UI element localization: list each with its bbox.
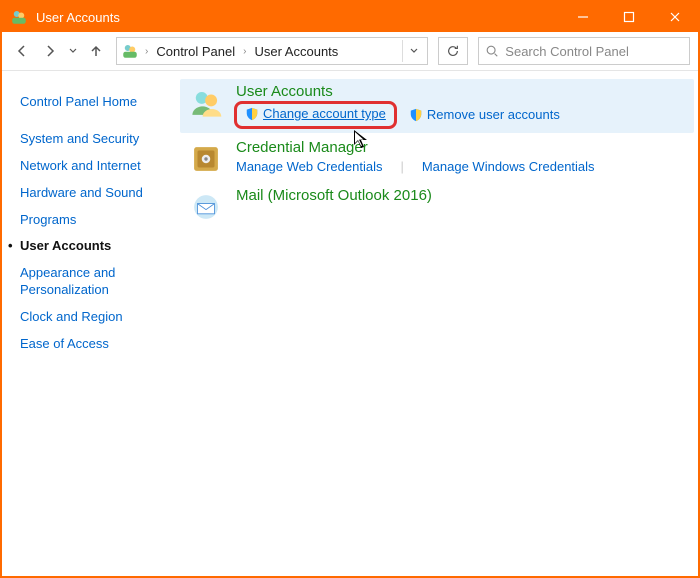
mail-icon: [186, 187, 226, 227]
content-area: Control Panel Home System and Security N…: [2, 71, 698, 575]
sidebar-item-clock-region[interactable]: Clock and Region: [20, 304, 166, 331]
user-accounts-icon: [119, 40, 141, 62]
users-icon: [186, 83, 226, 123]
link-manage-windows-credentials[interactable]: Manage Windows Credentials: [422, 159, 595, 174]
sidebar-item-ease-of-access[interactable]: Ease of Access: [20, 331, 166, 358]
section-mail: Mail (Microsoft Outlook 2016): [186, 187, 688, 227]
highlight-box: Change account type: [234, 101, 397, 129]
minimize-button[interactable]: [560, 2, 606, 32]
chevron-right-icon: ›: [239, 46, 250, 57]
titlebar: User Accounts: [2, 2, 698, 32]
forward-button[interactable]: [38, 39, 62, 63]
chevron-right-icon: ›: [141, 46, 152, 57]
search-icon: [485, 44, 499, 58]
search-input[interactable]: Search Control Panel: [478, 37, 690, 65]
sidebar-home[interactable]: Control Panel Home: [20, 89, 166, 116]
back-button[interactable]: [10, 39, 34, 63]
history-dropdown[interactable]: [66, 39, 80, 63]
section-user-accounts: User Accounts Change account type Remove…: [180, 79, 694, 133]
breadcrumb-control-panel[interactable]: Control Panel: [152, 44, 239, 59]
breadcrumb-user-accounts[interactable]: User Accounts: [250, 44, 342, 59]
link-remove-user-accounts[interactable]: Remove user accounts: [409, 107, 560, 122]
control-panel-window: User Accounts › Control Panel › User Acc…: [0, 0, 700, 578]
divider: |: [396, 159, 407, 174]
section-title-credential[interactable]: Credential Manager: [236, 139, 688, 156]
section-title-mail[interactable]: Mail (Microsoft Outlook 2016): [236, 187, 688, 204]
sidebar: Control Panel Home System and Security N…: [2, 71, 172, 575]
shield-icon: [409, 108, 423, 122]
sidebar-item-programs[interactable]: Programs: [20, 207, 166, 234]
section-title-user-accounts[interactable]: User Accounts: [236, 83, 688, 100]
sidebar-item-system-security[interactable]: System and Security: [20, 126, 166, 153]
section-credential-manager: Credential Manager Manage Web Credential…: [186, 139, 688, 179]
refresh-button[interactable]: [438, 37, 468, 65]
sidebar-item-network-internet[interactable]: Network and Internet: [20, 153, 166, 180]
sidebar-item-hardware-sound[interactable]: Hardware and Sound: [20, 180, 166, 207]
breadcrumb[interactable]: › Control Panel › User Accounts: [116, 37, 428, 65]
window-title: User Accounts: [36, 10, 560, 25]
sidebar-item-appearance[interactable]: Appearance and Personalization: [20, 260, 166, 304]
link-manage-web-credentials[interactable]: Manage Web Credentials: [236, 159, 382, 174]
close-button[interactable]: [652, 2, 698, 32]
link-change-account-type[interactable]: Change account type: [245, 106, 386, 121]
maximize-button[interactable]: [606, 2, 652, 32]
search-placeholder: Search Control Panel: [505, 44, 629, 59]
toolbar: › Control Panel › User Accounts Search C…: [2, 32, 698, 71]
breadcrumb-dropdown[interactable]: [402, 40, 425, 62]
main-panel: User Accounts Change account type Remove…: [172, 71, 698, 575]
sidebar-item-user-accounts[interactable]: User Accounts: [20, 233, 166, 260]
up-button[interactable]: [84, 39, 108, 63]
credential-icon: [186, 139, 226, 179]
user-accounts-icon: [10, 8, 28, 26]
shield-icon: [245, 107, 259, 121]
